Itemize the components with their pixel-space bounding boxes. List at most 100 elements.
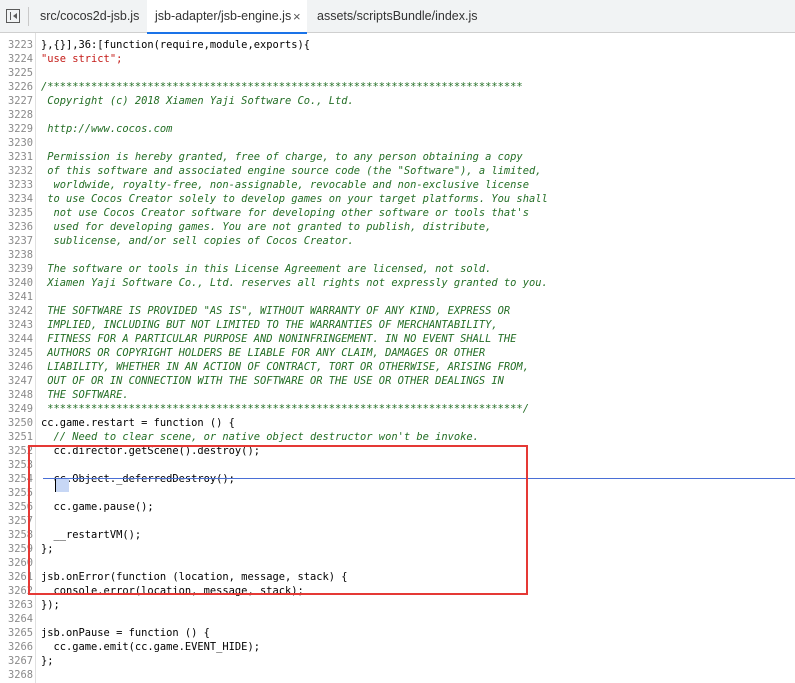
code-line[interactable]: 3232 of this software and associated eng… xyxy=(0,164,795,178)
line-text: The software or tools in this License Ag… xyxy=(41,263,492,275)
line-number[interactable]: 3229 xyxy=(0,122,33,136)
line-number[interactable]: 3234 xyxy=(0,192,33,206)
code-line[interactable]: 3268 xyxy=(0,668,795,682)
line-number[interactable]: 3228 xyxy=(0,108,33,122)
line-number[interactable]: 3238 xyxy=(0,248,33,262)
code-line[interactable]: 3225 xyxy=(0,66,795,80)
line-number[interactable]: 3249 xyxy=(0,402,33,416)
code-line[interactable]: 3248 THE SOFTWARE. xyxy=(0,388,795,402)
tab-cocos2d-jsb[interactable]: src/cocos2d-jsb.js xyxy=(34,0,145,33)
line-number[interactable]: 3236 xyxy=(0,220,33,234)
line-text: THE SOFTWARE. xyxy=(41,389,129,401)
line-number[interactable]: 3231 xyxy=(0,150,33,164)
line-number[interactable]: 3268 xyxy=(0,668,33,682)
code-line[interactable]: 3226 /***********************************… xyxy=(0,80,795,94)
code-line[interactable]: 3227 Copyright (c) 2018 Xiamen Yaji Soft… xyxy=(0,94,795,108)
tab-scripts-bundle-index[interactable]: assets/scriptsBundle/index.js xyxy=(311,0,484,33)
code-line[interactable]: 3267}; xyxy=(0,654,795,668)
line-text: Permission is hereby granted, free of ch… xyxy=(41,151,523,163)
code-line[interactable]: 3236 used for developing games. You are … xyxy=(0,220,795,234)
code-line[interactable]: 3241 xyxy=(0,290,795,304)
line-number[interactable]: 3227 xyxy=(0,94,33,108)
code-line[interactable]: 3231 Permission is hereby granted, free … xyxy=(0,150,795,164)
code-line[interactable]: 3264 xyxy=(0,612,795,626)
line-number[interactable]: 3233 xyxy=(0,178,33,192)
line-number[interactable]: 3224 xyxy=(0,52,33,66)
close-icon[interactable]: × xyxy=(293,0,301,33)
line-number[interactable]: 3264 xyxy=(0,612,33,626)
tab-jsb-engine[interactable]: jsb-adapter/jsb-engine.js × xyxy=(147,0,307,34)
code-line[interactable]: 3245 AUTHORS OR COPYRIGHT HOLDERS BE LIA… xyxy=(0,346,795,360)
line-text: IMPLIED, INCLUDING BUT NOT LIMITED TO TH… xyxy=(41,319,498,331)
code-line[interactable]: 3228 xyxy=(0,108,795,122)
code-line[interactable]: 3238 xyxy=(0,248,795,262)
code-line[interactable]: 3233 worldwide, royalty-free, non-assign… xyxy=(0,178,795,192)
line-number[interactable]: 3248 xyxy=(0,388,33,402)
code-line[interactable]: 3244 FITNESS FOR A PARTICULAR PURPOSE AN… xyxy=(0,332,795,346)
code-line[interactable]: 3251 // Need to clear scene, or native o… xyxy=(0,430,795,444)
tab-label: jsb-adapter/jsb-engine.js xyxy=(155,9,292,23)
code-line[interactable]: 3234 to use Cocos Creator solely to deve… xyxy=(0,192,795,206)
line-number[interactable]: 3251 xyxy=(0,430,33,444)
line-number[interactable]: 3250 xyxy=(0,416,33,430)
line-number[interactable]: 3241 xyxy=(0,290,33,304)
line-text: jsb.onPause = function () { xyxy=(41,627,210,639)
line-number[interactable]: 3235 xyxy=(0,206,33,220)
line-number[interactable]: 3237 xyxy=(0,234,33,248)
code-line[interactable]: 3247 OUT OF OR IN CONNECTION WITH THE SO… xyxy=(0,374,795,388)
line-number[interactable]: 3223 xyxy=(0,38,33,52)
line-text: used for developing games. You are not g… xyxy=(41,221,492,233)
line-text: },{}],36:[function(require,module,export… xyxy=(41,39,310,51)
code-line[interactable]: 3235 not use Cocos Creator software for … xyxy=(0,206,795,220)
code-line[interactable]: 3246 LIABILITY, WHETHER IN AN ACTION OF … xyxy=(0,360,795,374)
toggle-navigator-icon[interactable] xyxy=(6,9,20,23)
line-number[interactable]: 3226 xyxy=(0,80,33,94)
code-line[interactable]: 3224 "use strict"; xyxy=(0,52,795,66)
line-text: }); xyxy=(41,599,60,611)
line-number[interactable]: 3225 xyxy=(0,66,33,80)
line-text: cc.game.emit(cc.game.EVENT_HIDE); xyxy=(41,641,260,653)
code-line[interactable]: 3230 xyxy=(0,136,795,150)
line-text: http://www.cocos.com xyxy=(41,123,173,135)
code-line[interactable]: 3249 ***********************************… xyxy=(0,402,795,416)
line-number[interactable]: 3247 xyxy=(0,374,33,388)
line-text: to use Cocos Creator solely to develop g… xyxy=(41,193,548,205)
line-number[interactable]: 3240 xyxy=(0,276,33,290)
line-number[interactable]: 3263 xyxy=(0,598,33,612)
line-number[interactable]: 3232 xyxy=(0,164,33,178)
line-text: OUT OF OR IN CONNECTION WITH THE SOFTWAR… xyxy=(41,375,504,387)
line-text: worldwide, royalty-free, non-assignable,… xyxy=(41,179,529,191)
code-line[interactable]: 3237 sublicense, and/or sell copies of C… xyxy=(0,234,795,248)
line-number[interactable]: 3243 xyxy=(0,318,33,332)
line-number[interactable]: 3242 xyxy=(0,304,33,318)
line-text: THE SOFTWARE IS PROVIDED "AS IS", WITHOU… xyxy=(41,305,511,317)
code-line[interactable]: 3239 The software or tools in this Licen… xyxy=(0,262,795,276)
code-line[interactable]: 3263}); xyxy=(0,598,795,612)
line-number[interactable]: 3244 xyxy=(0,332,33,346)
line-number[interactable]: 3267 xyxy=(0,654,33,668)
line-text: // Need to clear scene, or native object… xyxy=(41,431,479,443)
code-line[interactable]: 3240 Xiamen Yaji Software Co., Ltd. rese… xyxy=(0,276,795,290)
code-line[interactable]: 3266 cc.game.emit(cc.game.EVENT_HIDE); xyxy=(0,640,795,654)
code-line[interactable]: 3243 IMPLIED, INCLUDING BUT NOT LIMITED … xyxy=(0,318,795,332)
tab-separator xyxy=(28,7,29,26)
code-line[interactable]: 3250 cc.game.restart = function () { xyxy=(0,416,795,430)
line-text: cc.game.restart = function () { xyxy=(41,417,235,429)
line-number[interactable]: 3246 xyxy=(0,360,33,374)
line-number[interactable]: 3230 xyxy=(0,136,33,150)
line-text: ****************************************… xyxy=(41,403,529,415)
code-line[interactable]: 3229 http://www.cocos.com xyxy=(0,122,795,136)
code-editor[interactable]: 3223 },{}],36:[function(require,module,ex… xyxy=(0,33,795,683)
code-line[interactable]: 3265 jsb.onPause = function () { xyxy=(0,626,795,640)
line-text: not use Cocos Creator software for devel… xyxy=(41,207,529,219)
line-text: "use strict"; xyxy=(41,53,123,65)
code-line[interactable]: 3223 },{}],36:[function(require,module,ex… xyxy=(0,38,795,52)
line-number[interactable]: 3265 xyxy=(0,626,33,640)
line-text: sublicense, and/or sell copies of Cocos … xyxy=(41,235,354,247)
tab-label: src/cocos2d-jsb.js xyxy=(40,9,140,23)
line-number[interactable]: 3245 xyxy=(0,346,33,360)
line-number[interactable]: 3266 xyxy=(0,640,33,654)
code-line[interactable]: 3242 THE SOFTWARE IS PROVIDED "AS IS", W… xyxy=(0,304,795,318)
line-number[interactable]: 3239 xyxy=(0,262,33,276)
line-text: of this software and associated engine s… xyxy=(41,165,542,177)
